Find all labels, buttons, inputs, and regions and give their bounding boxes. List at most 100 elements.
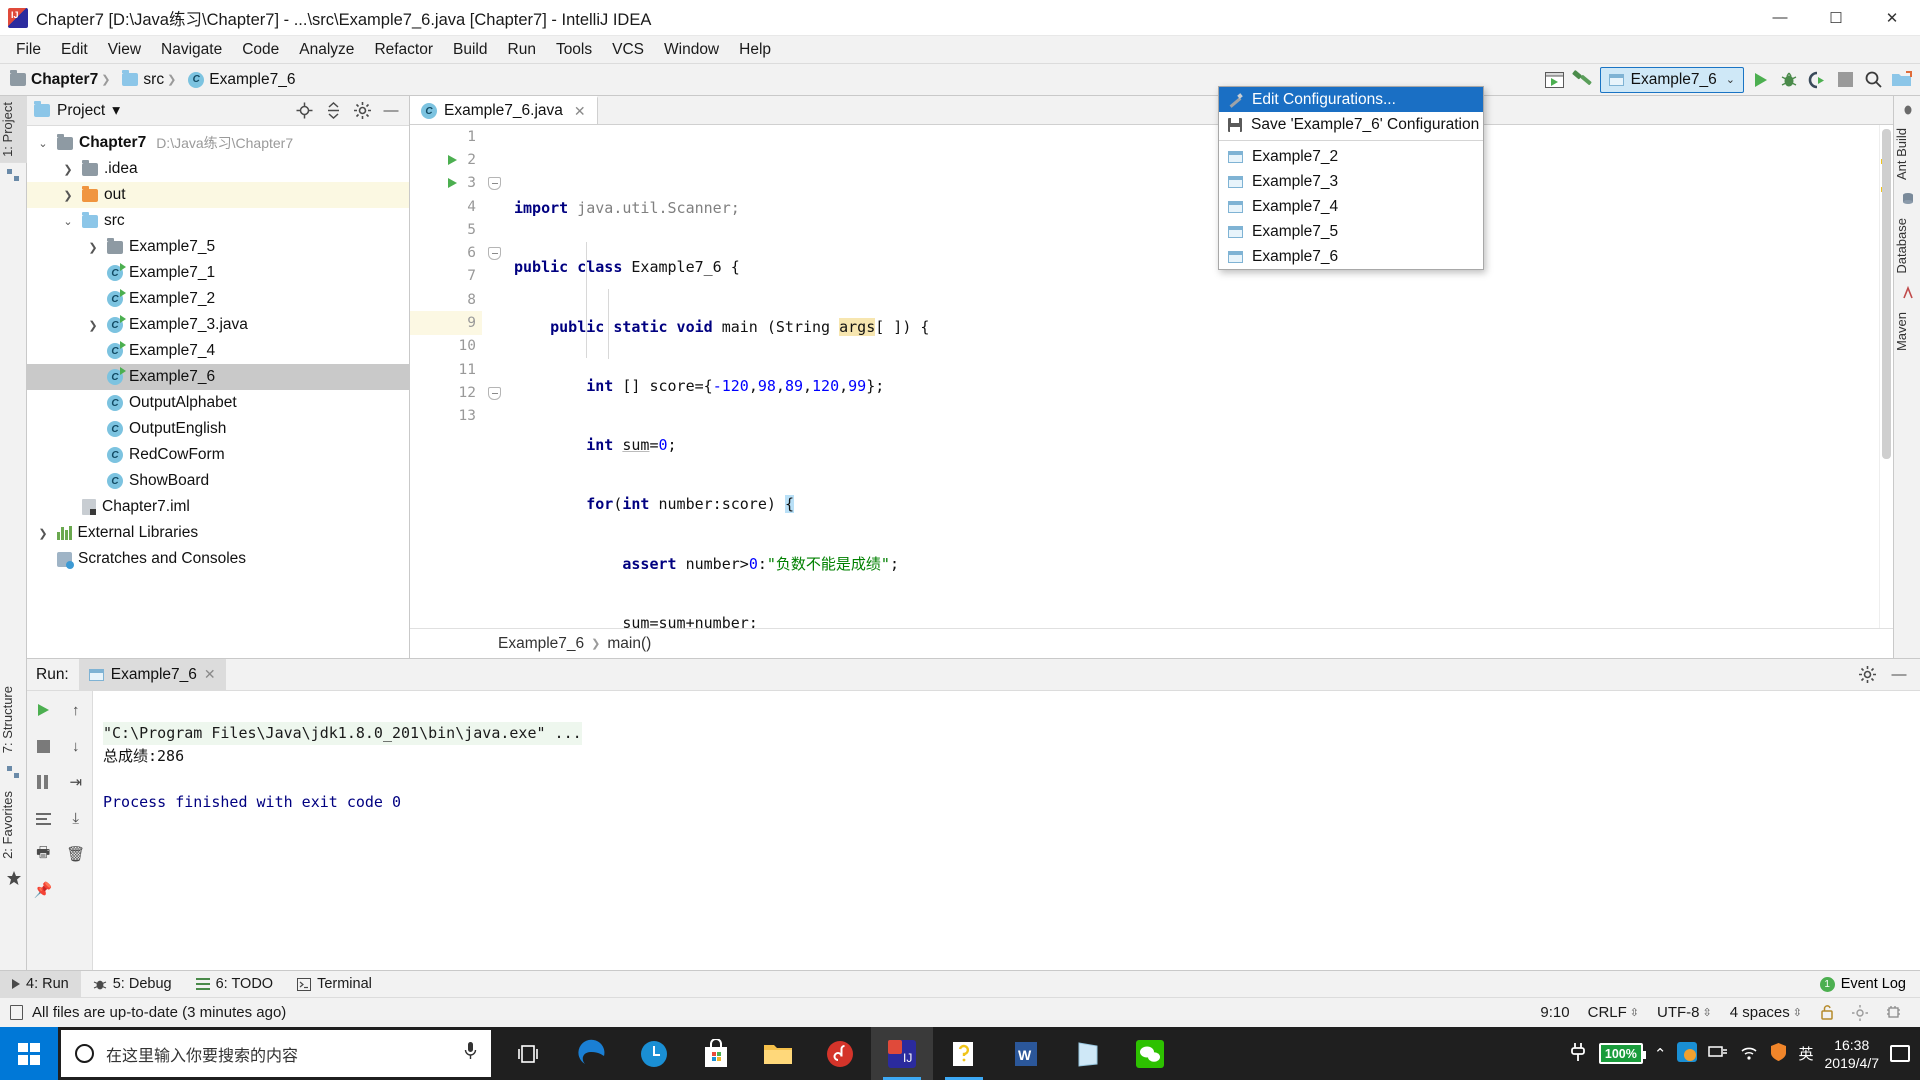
menu-analyze[interactable]: Analyze: [289, 38, 364, 62]
tree-expand-arrow-icon[interactable]: ❯: [35, 527, 51, 540]
pause-output-button[interactable]: [30, 769, 56, 795]
project-view-caret-icon[interactable]: ▾: [112, 101, 120, 120]
scrollbar-thumb[interactable]: [1882, 129, 1891, 459]
run-settings-gear-icon[interactable]: [1856, 664, 1878, 686]
caret-position[interactable]: 9:10: [1531, 1004, 1578, 1021]
structure-grid-icon[interactable]: [0, 759, 27, 785]
stop-process-button[interactable]: [30, 733, 56, 759]
maximize-button[interactable]: ☐: [1808, 0, 1864, 36]
breadcrumb-src[interactable]: src: [98, 70, 164, 89]
sidebar-tab-maven[interactable]: Maven: [1894, 306, 1920, 357]
console-output[interactable]: "C:\Program Files\Java\jdk1.8.0_201\bin\…: [93, 691, 1920, 970]
scroll-from-source-icon[interactable]: [293, 100, 315, 122]
show-hidden-icons-chevron[interactable]: ⌃: [1654, 1045, 1667, 1063]
tree-expand-arrow-icon[interactable]: ❯: [85, 293, 101, 306]
menu-run[interactable]: Run: [498, 38, 546, 62]
dropdown-item-example7-4[interactable]: Example7_4: [1219, 194, 1483, 219]
menu-file[interactable]: File: [6, 38, 51, 62]
toolwindow-button-debug[interactable]: 5: Debug: [81, 971, 184, 998]
breadcrumb-project[interactable]: Chapter7: [10, 70, 98, 89]
menu-vcs[interactable]: VCS: [602, 38, 654, 62]
collapse-all-icon[interactable]: [322, 100, 344, 122]
tree-expand-arrow-icon[interactable]: ❯: [85, 423, 101, 436]
tree-expand-arrow-icon[interactable]: ⌄: [60, 215, 76, 228]
tree-expand-arrow-icon[interactable]: ⌄: [35, 137, 51, 150]
stop-button[interactable]: [1834, 69, 1856, 91]
taskbar-file-explorer-icon[interactable]: [747, 1027, 809, 1080]
debug-button[interactable]: [1778, 69, 1800, 91]
dropdown-item-example7-5[interactable]: Example7_5: [1219, 219, 1483, 244]
sidebar-tab-structure[interactable]: 7: Structure: [0, 680, 27, 759]
toolwindow-button-todo[interactable]: 6: TODO: [184, 971, 285, 998]
taskbar-notes-icon[interactable]: [933, 1027, 995, 1080]
dropdown-item-edit-configurations[interactable]: Edit Configurations...: [1219, 87, 1483, 112]
run-button[interactable]: [1750, 69, 1772, 91]
sidebar-tab-project[interactable]: 1: Project: [0, 96, 27, 163]
microphone-icon[interactable]: [464, 1041, 477, 1066]
lock-icon[interactable]: [1811, 1005, 1843, 1020]
run-gutter-icon[interactable]: [448, 178, 457, 189]
toolwindow-button-terminal[interactable]: Terminal: [285, 971, 384, 998]
hide-run-panel-icon[interactable]: —: [1888, 664, 1910, 686]
ime-language-indicator[interactable]: 英: [1798, 1043, 1813, 1064]
menu-view[interactable]: View: [98, 38, 151, 62]
hide-panel-icon[interactable]: —: [380, 100, 402, 122]
wifi-icon[interactable]: [1739, 1044, 1759, 1064]
menu-code[interactable]: Code: [232, 38, 289, 62]
taskbar-word-icon[interactable]: W: [995, 1027, 1057, 1080]
structure-strip-icon[interactable]: [0, 163, 27, 189]
run-tab-example7-6[interactable]: Example7_6 ✕: [78, 658, 226, 691]
taskbar-netease-music-icon[interactable]: [809, 1027, 871, 1080]
tree-expand-arrow-icon[interactable]: ❯: [85, 371, 101, 384]
minimize-button[interactable]: —: [1752, 0, 1808, 36]
tree-item-example7-6[interactable]: ❯ CExample7_6: [27, 364, 409, 390]
tree-item-src[interactable]: ⌄ src: [27, 208, 409, 234]
sidebar-tab-ant-build[interactable]: Ant Build: [1894, 122, 1920, 186]
taskbar-edge-icon[interactable]: [561, 1027, 623, 1080]
taskbar-clock[interactable]: 16:38 2019/4/7: [1825, 1036, 1880, 1072]
tree-item-scratches-and-consoles[interactable]: ❯ Scratches and Consoles: [27, 546, 409, 572]
tree-item-outputalphabet[interactable]: ❯ C OutputAlphabet: [27, 390, 409, 416]
network-adapter-icon[interactable]: [1708, 1043, 1728, 1064]
action-center-icon[interactable]: [1890, 1045, 1910, 1062]
dropdown-item-example7-6[interactable]: Example7_6: [1219, 244, 1483, 269]
taskbar-search-box[interactable]: 在这里输入你要搜索的内容: [61, 1030, 491, 1077]
tree-expand-arrow-icon[interactable]: ❯: [60, 163, 76, 176]
tree-expand-arrow-icon[interactable]: ❯: [85, 319, 101, 332]
menu-window[interactable]: Window: [654, 38, 729, 62]
tree-expand-arrow-icon[interactable]: ❯: [85, 449, 101, 462]
close-icon[interactable]: ✕: [574, 103, 586, 120]
power-plug-icon[interactable]: [1570, 1042, 1588, 1066]
run-with-coverage-button[interactable]: [1806, 69, 1828, 91]
tree-item-out[interactable]: ❯ out: [27, 182, 409, 208]
tree-expand-arrow-icon[interactable]: ❯: [35, 553, 51, 566]
taskbar-onenote-icon[interactable]: [1057, 1027, 1119, 1080]
clear-all-button[interactable]: 🗑: [63, 841, 89, 867]
tree-expand-arrow-icon[interactable]: ❯: [85, 241, 101, 254]
tree-item-chapter7[interactable]: ⌄ Chapter7 D:\Java练习\Chapter7: [27, 130, 409, 156]
dropdown-item-example7-2[interactable]: Example7_2: [1219, 144, 1483, 169]
toolwindow-button-run[interactable]: 4: Run: [0, 970, 81, 998]
indent-selector[interactable]: 4 spaces ⇳: [1721, 1004, 1811, 1021]
search-everywhere-icon[interactable]: [1862, 69, 1884, 91]
up-stack-trace-button[interactable]: ↑: [63, 697, 89, 723]
menu-build[interactable]: Build: [443, 38, 497, 62]
security-shield-icon[interactable]: [1770, 1042, 1787, 1066]
tree-item-example7-5[interactable]: ❯ Example7_5: [27, 234, 409, 260]
tree-item-showboard[interactable]: ❯ C ShowBoard: [27, 468, 409, 494]
tree-item-example7-2[interactable]: ❯ CExample7_2: [27, 286, 409, 312]
maven-icon[interactable]: [1894, 280, 1920, 306]
favorites-star-icon[interactable]: [0, 865, 27, 891]
tree-expand-arrow-icon[interactable]: ❯: [85, 267, 101, 280]
line-separator-selector[interactable]: CRLF ⇳: [1579, 1004, 1648, 1021]
tree-expand-arrow-icon[interactable]: ❯: [85, 397, 101, 410]
tree-expand-arrow-icon[interactable]: ❯: [85, 345, 101, 358]
menu-tools[interactable]: Tools: [546, 38, 602, 62]
run-gutter-icon[interactable]: [448, 154, 457, 165]
menu-navigate[interactable]: Navigate: [151, 38, 232, 62]
task-view-icon[interactable]: [499, 1027, 561, 1080]
close-button[interactable]: ✕: [1864, 0, 1920, 36]
tree-item-example7-4[interactable]: ❯ CExample7_4: [27, 338, 409, 364]
close-icon[interactable]: ✕: [204, 666, 216, 683]
event-log-button[interactable]: 1 Event Log: [1819, 976, 1920, 992]
